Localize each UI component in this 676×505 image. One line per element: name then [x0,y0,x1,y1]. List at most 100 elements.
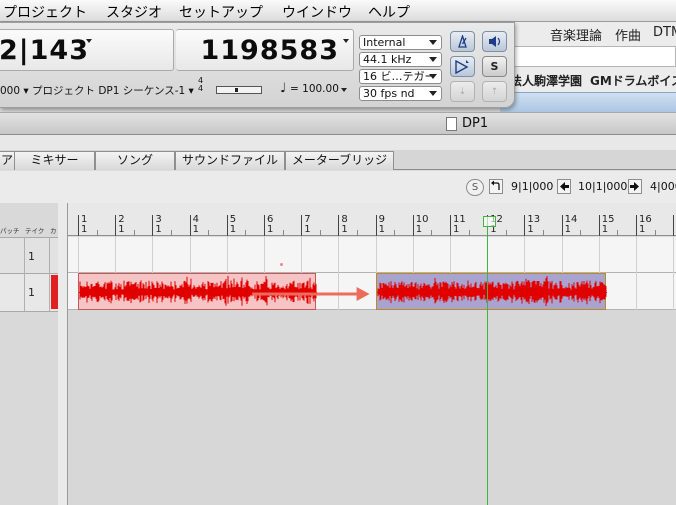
bit-depth-value: 16 ビ…テガー [363,70,436,83]
position-slider[interactable] [216,86,262,94]
track-row-divider [0,311,58,312]
locator-end[interactable]: 10|1|000 [578,180,627,193]
quarter-note-icon: ♩ [280,81,287,96]
bit-depth-dropdown[interactable]: 16 ビ…テガー [359,69,442,84]
ruler-beat-number: 1 [229,224,237,235]
tab-mixer[interactable]: ミキサー [14,151,95,170]
locator-right-button[interactable] [628,179,642,194]
track-take[interactable]: 1 [28,250,35,263]
link-gm-drum-voice[interactable]: GMドラムボイス [590,72,676,89]
window-title-bar[interactable]: DP1 [0,112,676,135]
chevron-down-icon [429,57,437,62]
ruler-beat-tick [617,230,619,236]
locator-next[interactable]: 4|000 [650,180,676,193]
counter-left-value: 2|143 [0,35,90,66]
snap-s-button[interactable]: S [466,179,484,196]
speaker-button[interactable] [482,31,507,52]
ruler-beat-number: 1 [601,224,609,235]
ruler-beat-number: 1 [304,224,311,235]
column-patch[interactable]: パッチ [0,225,20,237]
ruler-beat-number: 1 [192,224,199,235]
ruler-bar-tick [561,215,563,236]
track-take[interactable]: 1 [28,286,35,299]
ruler-beat-number: 1 [415,224,423,235]
ruler-bar-tick [524,215,526,236]
playhead-handle[interactable] [483,216,496,227]
clock-source-dropdown[interactable]: Internal [359,35,442,50]
tab-tracks[interactable]: ア [0,151,15,170]
locator-bar: S 9|1|000 10|1|000 4|000 [0,171,676,203]
tempo-value[interactable]: = 100.00 [290,83,339,95]
menu-project[interactable]: プロジェクト [3,2,87,22]
background-window: 音楽理論 作曲 DTM 法人駒澤学園 GMドラムボイス [500,22,676,118]
counter-right-menu-icon[interactable] [343,39,349,43]
ruler-beat-number: 1 [118,224,125,235]
counter-left[interactable]: 2|143 [0,29,174,71]
meter[interactable]: 4 4 [198,77,203,93]
memory-up-button[interactable]: ⇡ [482,81,507,102]
menu-help[interactable]: ヘルプ [368,2,410,22]
solo-button[interactable]: S [482,56,507,77]
ruler-beat-number: 1 [453,224,460,235]
speaker-icon [489,36,501,47]
locator-start[interactable]: 9|1|000 [511,180,553,193]
return-to-start-button[interactable] [489,179,503,194]
address-field[interactable] [510,46,676,67]
locator-left-button[interactable] [557,179,571,194]
ruler-beat-number: 1 [527,224,534,235]
column-take[interactable]: テイク [25,225,44,237]
bookmark-composition[interactable]: 作曲 [615,25,641,44]
ruler-bar-tick [78,215,79,236]
link-komazawa[interactable]: 法人駒澤学園 [510,72,582,89]
chevron-down-icon [429,40,437,45]
move-arrow [252,287,370,301]
frame-rate-dropdown[interactable]: 30 fps nd [359,86,442,101]
tempo-menu-icon[interactable] [341,88,347,92]
project-info[interactable]: 000 ▾ プロジェクト DP1 シーケンス-1 ▾ [0,83,194,98]
counter-left-menu-icon[interactable] [86,39,92,43]
ruler-beat-number: 1 [639,224,646,235]
column-color[interactable]: カ [50,225,57,237]
tab-song[interactable]: ソング [95,151,175,170]
metronome-button[interactable] [450,31,475,52]
ruler-beat-tick [319,230,321,236]
header-splitter[interactable] [58,203,68,505]
menu-studio[interactable]: スタジオ [106,2,162,22]
ruler-beat-number: 1 [267,224,274,235]
ruler-bar-tick [338,215,340,236]
toolbar-gap [0,135,676,150]
tab-meter-bridge[interactable]: メーターブリッジ [285,151,394,170]
ruler-beat-number: 1 [378,224,385,235]
position-slider-thumb[interactable] [235,88,238,92]
play-cursor-button[interactable] [450,56,475,77]
ruler-beat-number: 1 [81,224,88,235]
ruler-bar-tick [115,215,117,236]
ruler-bar-tick [450,215,451,236]
column-divider [49,237,50,311]
ruler-beat-tick [505,230,507,236]
playhead[interactable] [487,216,489,505]
ruler-bar-tick [636,215,637,236]
bookmark-music-theory[interactable]: 音楽理論 [550,25,602,44]
arrow-left-icon [560,182,569,191]
counter-right[interactable]: 1198583 [176,29,354,71]
meter-bottom: 4 [198,84,204,93]
ruler-beat-tick [357,230,358,236]
column-divider [24,237,25,311]
move-arrow-head [356,287,370,301]
ruler-bar-tick [189,215,191,236]
ruler-beat-tick [468,230,470,236]
ruler-beat-tick [580,230,582,236]
sequence-tracks [68,237,676,505]
ruler-bar-tick [226,215,228,236]
time-ruler[interactable]: 1121314151617181911011111211311411511611… [68,203,676,236]
memory-down-button[interactable]: ⇣ [450,81,475,102]
sample-rate-value: 44.1 kHz [363,53,412,66]
sample-rate-dropdown[interactable]: 44.1 kHz [359,52,442,67]
menu-window[interactable]: ウインドウ [282,2,352,22]
bookmark-dtm[interactable]: DTM [653,25,676,40]
ruler-beat-tick [171,230,172,236]
solo-s-icon: S [490,60,499,73]
menu-setup[interactable]: セットアップ [179,2,263,22]
tab-soundfile[interactable]: サウンドファイル [175,151,285,170]
